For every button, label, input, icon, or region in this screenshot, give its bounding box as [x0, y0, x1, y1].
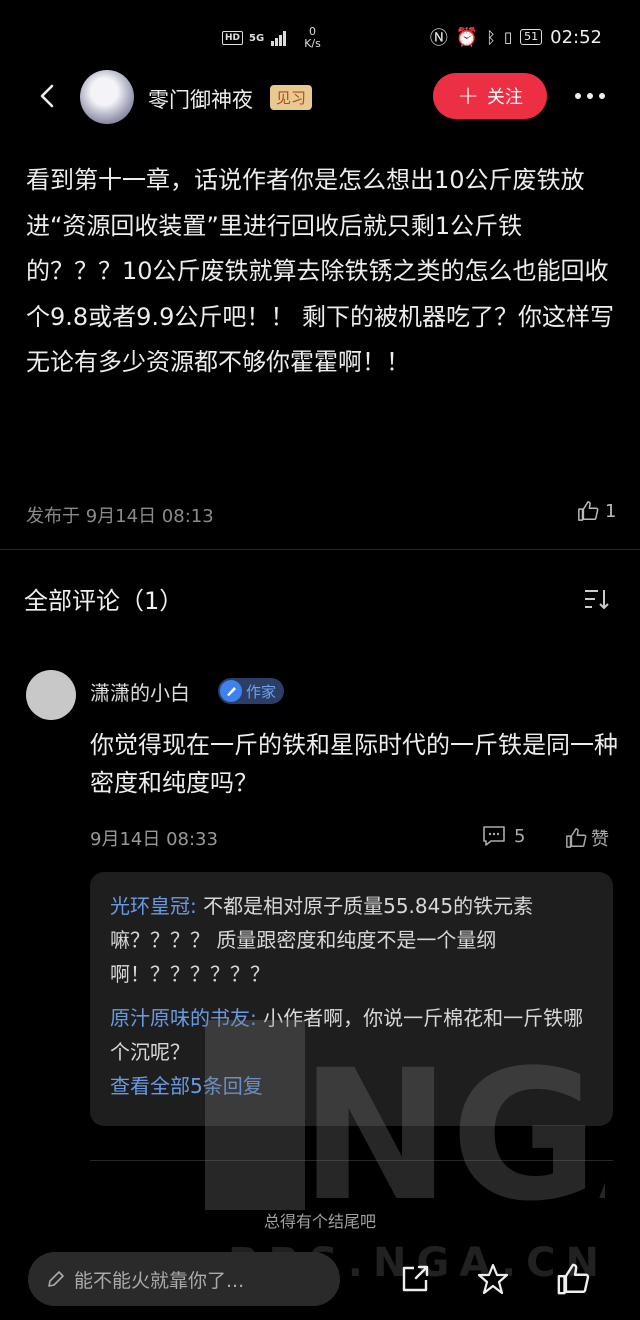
commenter-name[interactable]: 潇潇的小白 — [90, 677, 190, 706]
signal-label: 5G — [249, 32, 265, 44]
net-speed: 0 K/s — [304, 26, 321, 50]
clock: 02:52 — [550, 26, 602, 48]
share-icon[interactable] — [398, 1262, 432, 1296]
vibrate-icon: ▯ — [503, 28, 513, 46]
pencil-icon — [48, 1271, 64, 1287]
bluetooth-icon: ᛒ — [486, 27, 496, 47]
battery-icon: 51 — [520, 29, 543, 45]
thumbs-up-icon — [578, 501, 599, 521]
post-like-count: 1 — [605, 500, 617, 522]
comment-icon — [483, 826, 505, 846]
reply-username[interactable]: 光环皇冠: — [110, 894, 197, 918]
writer-badge: 作家 — [218, 678, 285, 704]
alarm-icon: ⏰ — [455, 26, 479, 48]
author-avatar[interactable] — [80, 70, 134, 124]
status-bar: HD 5G 0 K/s Ⓝ ⏰ ᛒ ▯ 51 02:52 — [0, 0, 640, 72]
post-body: 看到第十一章，话说作者你是怎么想出10公斤废铁放进“资源回收装置”里进行回收后就… — [26, 166, 614, 376]
sort-icon[interactable] — [584, 588, 610, 610]
comment-like-button[interactable]: 赞 — [565, 825, 609, 851]
comment-time: 9月14日 08:33 — [90, 829, 218, 850]
thumbs-up-icon[interactable] — [556, 1262, 590, 1296]
comment-text: 你觉得现在一斤的铁和星际时代的一斤铁是同一种密度和纯度吗？ — [90, 731, 618, 797]
net-speed-unit: K/s — [304, 37, 321, 50]
system-icons: Ⓝ ⏰ ᛒ ▯ 51 02:52 — [430, 24, 602, 50]
publish-time: 发布于 9月14日 08:13 — [26, 506, 214, 527]
end-of-comments-text: 总得有个结尾吧 — [263, 1212, 376, 1231]
reply-count: 5 — [514, 825, 526, 847]
pen-icon — [220, 680, 242, 702]
network-status: HD 5G 0 K/s — [222, 26, 321, 50]
writer-badge-label: 作家 — [246, 682, 277, 701]
commenter-avatar[interactable] — [26, 670, 76, 720]
reply-button[interactable]: 5 — [482, 825, 525, 847]
back-icon[interactable] — [34, 82, 62, 110]
follow-label: 关注 — [486, 87, 523, 108]
hd-indicator: HD — [222, 31, 244, 45]
favorite-star-icon[interactable] — [476, 1262, 510, 1296]
nfc-icon: Ⓝ — [429, 28, 448, 49]
comment-input[interactable]: 能不能火就靠你了... — [28, 1252, 340, 1306]
post-like-button[interactable]: 1 — [577, 500, 616, 522]
follow-button[interactable]: + 关注 — [433, 73, 547, 119]
plus-icon: + — [457, 81, 479, 111]
divider — [0, 549, 640, 550]
watermark-logo-text: NGA — [300, 1032, 605, 1210]
reply-item[interactable]: 光环皇冠: 不都是相对原子质量55.845的铁元素嘛？？？？ 质量跟密度和纯度不… — [110, 889, 600, 991]
level-badge: 见习 — [270, 85, 313, 110]
comments-title: 全部评论（1） — [24, 587, 184, 615]
comment-input-placeholder: 能不能火就靠你了... — [74, 1269, 245, 1292]
nga-watermark-logo: NGA — [205, 1020, 605, 1210]
signal-icon — [271, 31, 287, 46]
more-options-icon[interactable] — [575, 93, 605, 99]
comment-like-label: 赞 — [591, 829, 609, 850]
author-name[interactable]: 零门御神夜 — [148, 84, 253, 114]
thumbs-up-icon — [566, 828, 587, 848]
